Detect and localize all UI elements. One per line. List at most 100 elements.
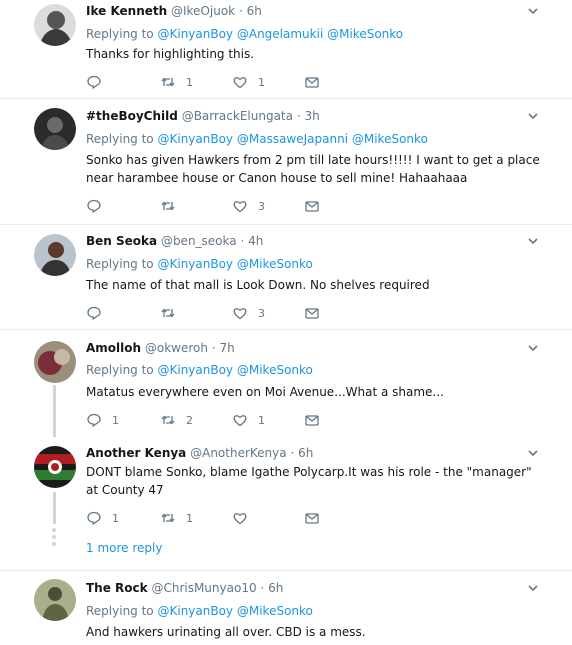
mention-link[interactable]: @MikeSonko	[352, 132, 428, 146]
user-handle[interactable]: @AnotherKenya	[190, 446, 287, 460]
direct-message-button[interactable]	[304, 510, 320, 526]
avatar-image	[34, 108, 76, 150]
avatar[interactable]	[34, 4, 76, 46]
like-button[interactable]: 1	[232, 412, 265, 428]
user-name[interactable]: Ben Seoka	[86, 234, 157, 248]
mention-link[interactable]: @Angelamukii	[237, 27, 323, 41]
reply-count: 1	[112, 413, 119, 427]
avatar-image	[34, 446, 76, 488]
tweet[interactable]: The Rock @ChrisMunyao10 · 6h Replying to…	[0, 571, 572, 645]
like-button[interactable]: 3	[232, 198, 265, 214]
tweet-text: Sonko has given Hawkers from 2 pm till l…	[86, 153, 540, 185]
avatar[interactable]	[34, 108, 76, 150]
like-count: 1	[258, 413, 265, 427]
chevron-down-icon[interactable]	[526, 446, 540, 460]
user-name[interactable]: Ike Kenneth	[86, 4, 167, 18]
user-name[interactable]: The Rock	[86, 581, 148, 595]
tweet-header: Amolloh @okweroh · 7h	[86, 340, 235, 356]
dot-separator: ·	[211, 341, 216, 355]
avatar-image	[34, 341, 76, 383]
heart-icon	[233, 308, 247, 320]
tweet-time[interactable]: 4h	[248, 234, 263, 248]
replying-to: Replying to @KinyanBoy @MikeSonko	[86, 362, 313, 378]
envelope-icon	[305, 415, 319, 426]
direct-message-button[interactable]	[304, 198, 320, 214]
replying-to: Replying to @KinyanBoy @MikeSonko	[86, 603, 313, 619]
direct-message-button[interactable]	[304, 74, 320, 90]
avatar-image	[34, 234, 76, 276]
mention-link[interactable]: @KinyanBoy	[157, 132, 233, 146]
replying-to-label: Replying to	[86, 604, 154, 618]
reply-button[interactable]	[86, 305, 112, 321]
chevron-down-icon[interactable]	[526, 581, 540, 595]
mention-link[interactable]: @MikeSonko	[237, 363, 313, 377]
avatar[interactable]	[34, 234, 76, 276]
user-handle[interactable]: @ben_seoka	[161, 234, 237, 248]
tweet[interactable]: Ben Seoka @ben_seoka · 4h Replying to @K…	[0, 225, 572, 329]
tweet-text: Thanks for highlighting this.	[86, 47, 255, 61]
retweet-button[interactable]: 1	[160, 510, 193, 526]
replying-to: Replying to @KinyanBoy @Angelamukii @Mik…	[86, 26, 403, 42]
tweet-time[interactable]: 6h	[247, 4, 262, 18]
user-handle[interactable]: @okweroh	[145, 341, 208, 355]
tweet-time[interactable]: 3h	[304, 109, 319, 123]
tweet-header: #theBoyChild @BarrackElungata · 3h	[86, 108, 320, 124]
user-name[interactable]: #theBoyChild	[86, 109, 178, 123]
show-more-replies-link[interactable]: 1 more reply	[86, 541, 162, 555]
mention-link[interactable]: @MikeSonko	[327, 27, 403, 41]
like-count: 1	[258, 75, 265, 89]
reply-button[interactable]	[86, 74, 112, 90]
mention-link[interactable]: @KinyanBoy	[157, 363, 233, 377]
avatar-image	[34, 4, 76, 46]
retweet-button[interactable]: 2	[160, 412, 193, 428]
heart-icon	[233, 201, 247, 213]
replying-to-label: Replying to	[86, 27, 154, 41]
tweet[interactable]: Amolloh @okweroh · 7h Replying to @Kinya…	[0, 330, 572, 438]
tweet-time[interactable]: 6h	[298, 446, 313, 460]
tweet[interactable]: Another Kenya @AnotherKenya · 6h DONT bl…	[0, 438, 572, 534]
envelope-icon	[305, 77, 319, 88]
user-handle[interactable]: @ChrisMunyao10	[151, 581, 256, 595]
tweet-time[interactable]: 7h	[219, 341, 234, 355]
reply-button[interactable]: 1	[86, 510, 119, 526]
tweet[interactable]: #theBoyChild @BarrackElungata · 3h Reply…	[0, 99, 572, 223]
user-name[interactable]: Amolloh	[86, 341, 141, 355]
chevron-down-icon[interactable]	[526, 4, 540, 18]
replying-to-label: Replying to	[86, 363, 154, 377]
retweet-button[interactable]	[160, 305, 186, 321]
chevron-down-icon[interactable]	[526, 341, 540, 355]
retweet-button[interactable]: 1	[160, 74, 193, 90]
reply-button[interactable]	[86, 198, 112, 214]
dot-separator: ·	[290, 446, 295, 460]
avatar[interactable]	[34, 446, 76, 488]
mention-link[interactable]: @MikeSonko	[237, 604, 313, 618]
dot-separator: ·	[240, 234, 245, 248]
mention-link[interactable]: @KinyanBoy	[157, 27, 233, 41]
like-button[interactable]	[232, 510, 258, 526]
direct-message-button[interactable]	[304, 305, 320, 321]
avatar[interactable]	[34, 579, 76, 621]
chevron-down-icon[interactable]	[526, 109, 540, 123]
avatar-image	[34, 579, 76, 621]
envelope-icon	[305, 513, 319, 524]
direct-message-button[interactable]	[304, 412, 320, 428]
user-handle[interactable]: @IkeOjuok	[171, 4, 235, 18]
tweet-header: Another Kenya @AnotherKenya · 6h	[86, 445, 313, 461]
mention-link[interactable]: @MassaweJapanni	[237, 132, 348, 146]
envelope-icon	[305, 201, 319, 212]
tweet-text: DONT blame Sonko, blame Igathe Polycarp.…	[86, 465, 532, 497]
like-button[interactable]: 3	[232, 305, 265, 321]
user-handle[interactable]: @BarrackElungata	[182, 109, 293, 123]
user-name[interactable]: Another Kenya	[86, 446, 186, 460]
mention-link[interactable]: @KinyanBoy	[157, 257, 233, 271]
reply-button[interactable]: 1	[86, 412, 119, 428]
tweet-header: Ike Kenneth @IkeOjuok · 6h	[86, 3, 262, 19]
tweet-time[interactable]: 6h	[268, 581, 283, 595]
avatar[interactable]	[34, 341, 76, 383]
mention-link[interactable]: @MikeSonko	[237, 257, 313, 271]
tweet[interactable]: Ike Kenneth @IkeOjuok · 6h Replying to @…	[0, 0, 572, 98]
chevron-down-icon[interactable]	[526, 234, 540, 248]
like-button[interactable]: 1	[232, 74, 265, 90]
mention-link[interactable]: @KinyanBoy	[157, 604, 233, 618]
retweet-button[interactable]	[160, 198, 186, 214]
